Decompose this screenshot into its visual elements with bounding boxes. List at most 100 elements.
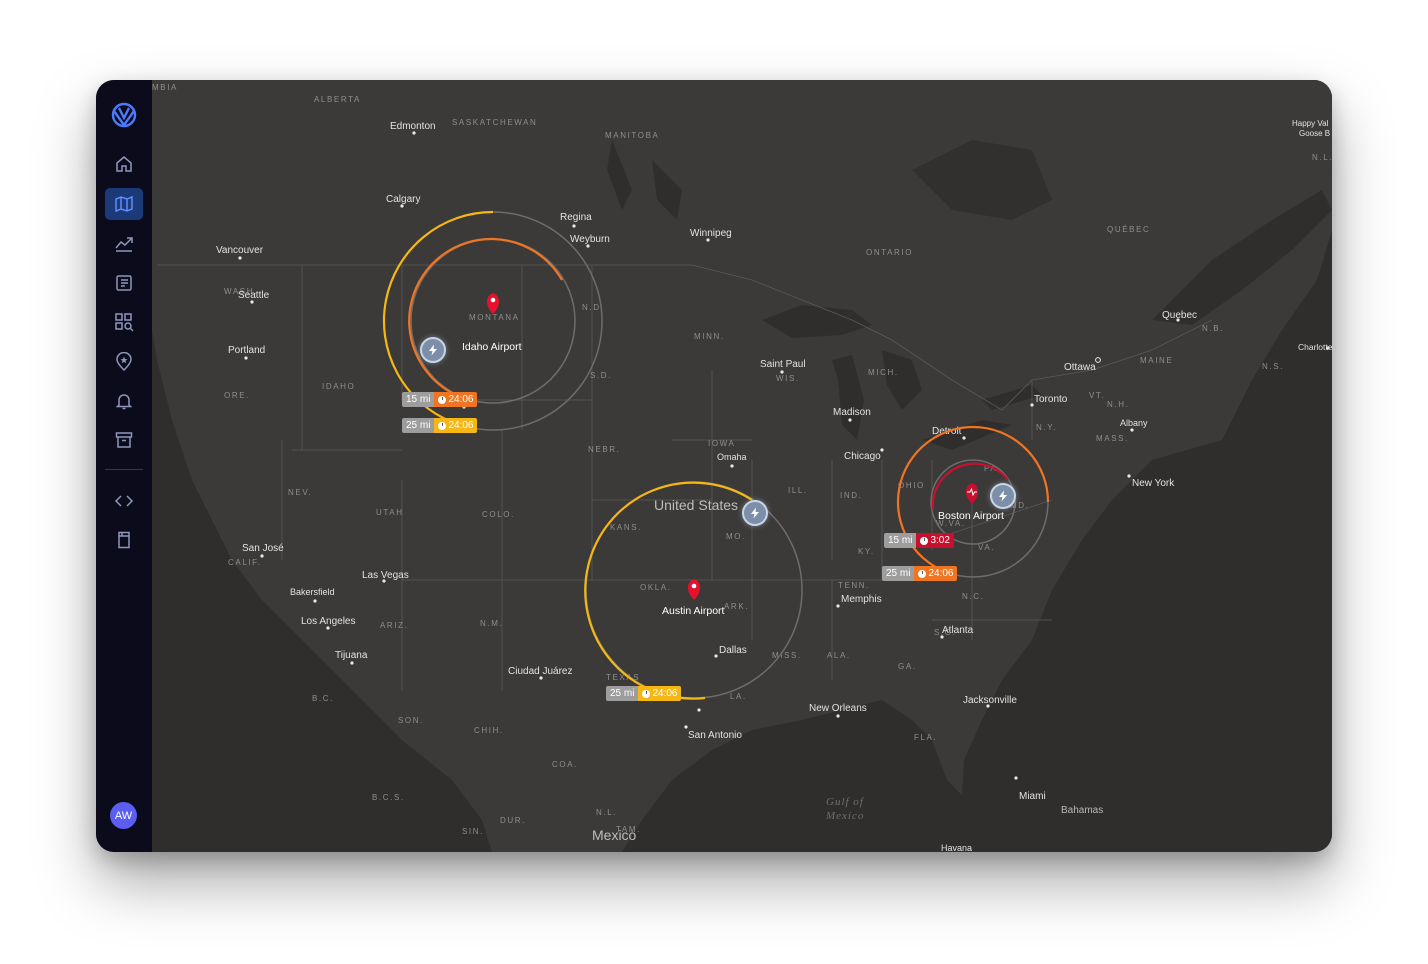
city-label: Portland — [228, 345, 265, 356]
nav-analytics[interactable] — [105, 227, 143, 259]
region-label: SON. — [398, 716, 424, 725]
region-label: FLA. — [914, 733, 937, 742]
city-label: Edmonton — [390, 121, 436, 132]
lightning-marker-icon[interactable] — [742, 500, 768, 526]
region-label: WIS. — [776, 374, 800, 383]
sea-label-gulf-2: Mexico — [825, 810, 864, 822]
home-icon — [116, 156, 132, 172]
nav-reports[interactable] — [105, 267, 143, 299]
map-view[interactable]: MBIA ALBERTA SASKATCHEWAN MANITOBA ONTAR… — [152, 80, 1332, 852]
airport-label-austin[interactable]: Austin Airport — [662, 605, 725, 617]
city-label: Bahamas — [1061, 805, 1103, 816]
region-label: UTAH — [376, 508, 404, 517]
report-icon — [116, 275, 132, 291]
idaho-25mi-tag[interactable]: 25 mi 24:06 — [402, 418, 478, 433]
nav-apps[interactable] — [105, 306, 143, 338]
region-label: MONTANA — [469, 313, 520, 322]
region-label: DUR. — [500, 816, 526, 825]
region-label: OKLA. — [640, 583, 672, 592]
region-label: IND. — [840, 491, 862, 500]
lightning-marker-icon[interactable] — [420, 337, 446, 363]
boston-15mi-tag[interactable]: 15 mi 3:02 — [884, 533, 954, 548]
region-label: VA. — [978, 543, 995, 552]
city-label: Chicago — [844, 451, 881, 462]
region-label: MANITOBA — [605, 131, 659, 140]
city-label: San José — [242, 543, 284, 554]
distance-label: 25 mi — [402, 418, 435, 433]
boston-25mi-tag[interactable]: 25 mi 24:06 — [882, 566, 958, 581]
city-label: Dallas — [719, 645, 747, 656]
location-pin-icon — [487, 293, 499, 314]
region-label: ARIZ. — [380, 621, 408, 630]
country-label-mexico: Mexico — [592, 827, 637, 843]
region-label: MAINE — [1140, 356, 1173, 365]
region-label: KY. — [858, 547, 875, 556]
nav-alerts[interactable] — [105, 385, 143, 417]
airport-label-boston[interactable]: Boston Airport — [938, 510, 1004, 522]
bell-icon — [115, 394, 133, 410]
region-label: N.L. — [1312, 153, 1332, 162]
nav-map[interactable] — [105, 188, 143, 220]
grid-search-icon — [115, 313, 134, 332]
region-label: ILL. — [788, 486, 808, 495]
idaho-15mi-tag[interactable]: 15 mi 24:06 — [402, 392, 478, 407]
region-label: OHIO — [898, 481, 925, 490]
region-label: COA. — [552, 760, 578, 769]
time-label: 24:06 — [652, 688, 678, 699]
nav-home[interactable] — [105, 148, 143, 180]
clock-icon — [438, 421, 447, 430]
city-label: Ciudad Juárez — [508, 666, 572, 677]
region-label: B.C. — [312, 694, 334, 703]
city-label: Regina — [560, 212, 592, 223]
region-label: MBIA — [152, 83, 178, 92]
location-pin-heart-icon — [966, 483, 978, 504]
city-label: Havana — [941, 843, 972, 852]
app-window: AW MBIA ALBERTA SASKATCHEWAN MANITOBA ON… — [96, 80, 1332, 852]
region-label: ONTARIO — [866, 248, 913, 257]
city-label: Goose B — [1299, 129, 1330, 138]
region-label: NEBR. — [588, 445, 620, 454]
nav-developer[interactable] — [105, 485, 143, 517]
city-label: Madison — [833, 407, 871, 418]
logo-icon[interactable] — [109, 100, 139, 130]
region-label: SIN. — [462, 827, 484, 836]
city-label: Ottawa — [1064, 362, 1096, 373]
city-label: Toronto — [1034, 394, 1068, 405]
region-label: S.D. — [590, 371, 612, 380]
city-label: Happy Val — [1292, 119, 1329, 128]
nav-locations[interactable] — [105, 346, 143, 378]
nav-archive[interactable] — [105, 424, 143, 456]
region-label: ALBERTA — [314, 95, 361, 104]
time-label: 24:06 — [448, 394, 474, 405]
user-avatar[interactable]: AW — [110, 802, 137, 829]
city-label: Albany — [1120, 418, 1148, 428]
nav-docs[interactable] — [105, 524, 143, 556]
austin-25mi-tag[interactable]: 25 mi 24:06 — [606, 686, 682, 701]
region-label: LA. — [730, 692, 747, 701]
document-icon — [118, 531, 130, 549]
region-label: GA. — [898, 662, 917, 671]
city-label: San Antonio — [688, 730, 742, 741]
region-label: QUÉBEC — [1107, 225, 1150, 234]
distance-label: 25 mi — [882, 566, 915, 581]
time-label: 24:06 — [928, 568, 954, 579]
lightning-marker-icon[interactable] — [990, 483, 1016, 509]
trend-chart-icon — [115, 237, 133, 252]
clock-icon — [642, 689, 651, 698]
country-label: United States — [654, 497, 738, 513]
region-label: B.C.S. — [372, 793, 405, 802]
city-label: Calgary — [386, 194, 420, 205]
city-label: Las Vegas — [362, 570, 409, 581]
city-label: Bakersfield — [290, 587, 335, 597]
region-label: N.B. — [1202, 324, 1224, 333]
sidebar: AW — [96, 80, 153, 852]
clock-icon — [438, 395, 447, 404]
city-label: Weyburn — [570, 234, 610, 245]
region-label: NEV. — [288, 488, 312, 497]
city-label: Winnipeg — [690, 228, 732, 239]
city-label: Seattle — [238, 290, 270, 301]
region-label: MICH. — [868, 368, 899, 377]
austin-airport-geofence[interactable]: Austin Airport — [584, 481, 803, 700]
airport-label-idaho[interactable]: Idaho Airport — [462, 341, 522, 353]
archive-icon — [115, 432, 133, 448]
